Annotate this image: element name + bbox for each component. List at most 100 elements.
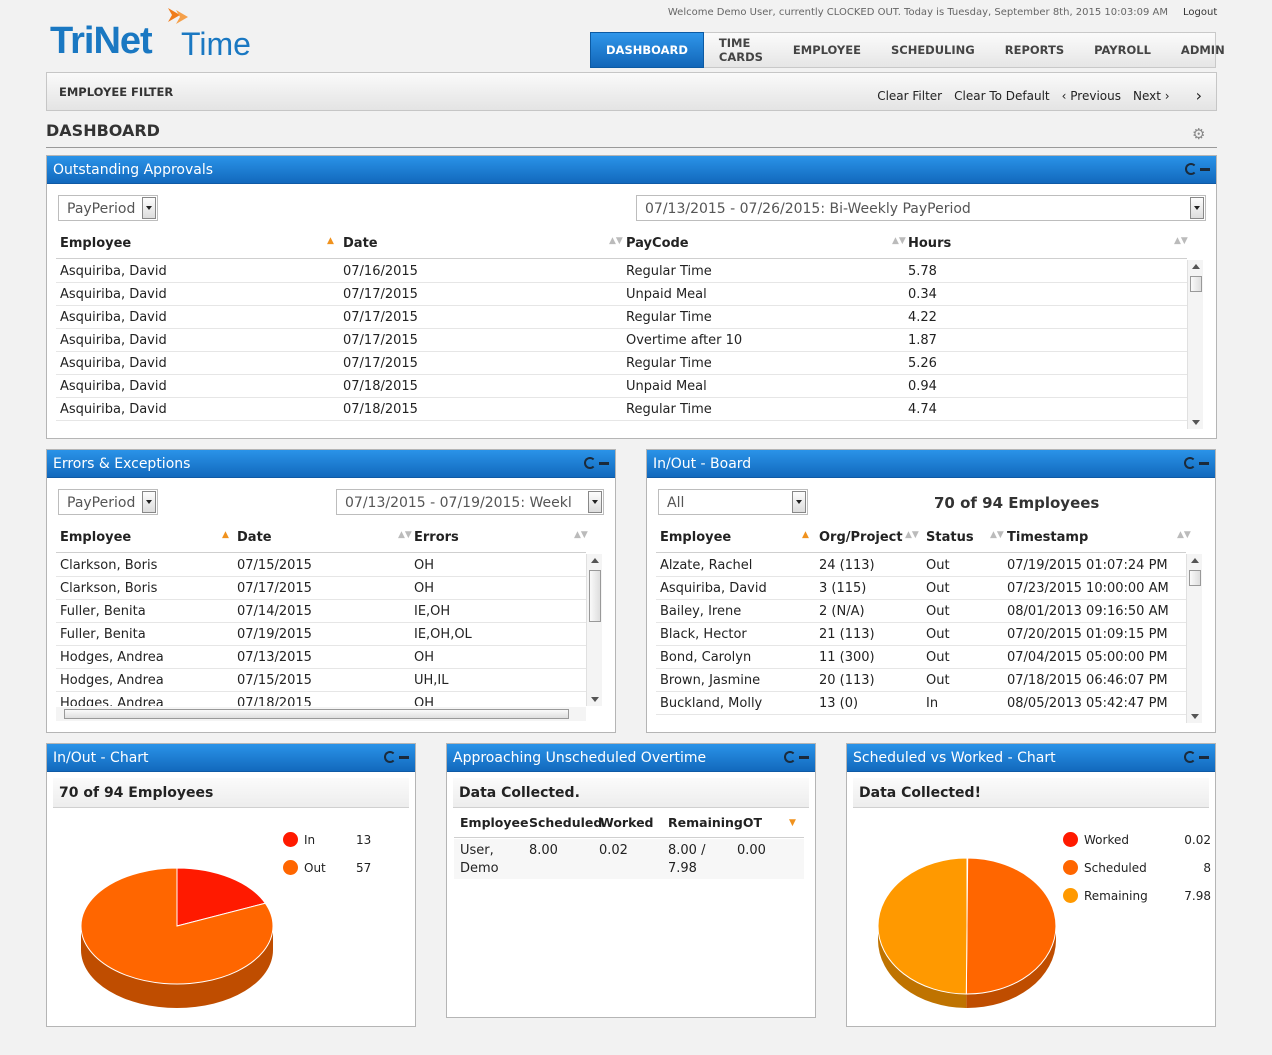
column-header-errors[interactable]: Errors xyxy=(414,530,459,545)
table-row[interactable]: Asquiriba, David 07/17/2015 Regular Time 4.… xyxy=(56,306,1187,329)
scroll-down-icon[interactable] xyxy=(1191,714,1199,719)
logout-link[interactable]: Logout xyxy=(1183,7,1217,18)
sort-icon[interactable]: ▲▼ xyxy=(574,530,588,540)
sort-asc-icon[interactable]: ▲ xyxy=(222,530,229,540)
column-header-status[interactable]: Status xyxy=(926,530,974,545)
table-row[interactable]: Buckland, Molly 13 (0) In 08/05/2013 05:42:… xyxy=(656,692,1186,715)
refresh-icon[interactable] xyxy=(384,751,396,763)
sort-icon[interactable]: ▲▼ xyxy=(609,236,623,246)
collapse-icon[interactable] xyxy=(1200,167,1210,171)
column-header-employee[interactable]: Employee xyxy=(660,530,731,545)
column-header-org-project[interactable]: Org/Project xyxy=(819,530,903,545)
nav-admin[interactable]: ADMIN xyxy=(1166,33,1240,67)
nav-scheduling[interactable]: SCHEDULING xyxy=(876,33,990,67)
refresh-icon[interactable] xyxy=(1185,163,1197,175)
sort-desc-icon[interactable]: ▼ xyxy=(789,818,796,828)
scroll-thumb[interactable] xyxy=(1190,276,1202,292)
collapse-icon[interactable] xyxy=(1199,755,1209,759)
scroll-down-icon[interactable] xyxy=(1192,420,1200,425)
column-header-employee[interactable]: Employee xyxy=(460,815,529,830)
vertical-scrollbar[interactable] xyxy=(586,554,602,706)
table-row[interactable]: Asquiriba, David 07/17/2015 Unpaid Meal 0.3… xyxy=(56,283,1187,306)
sort-icon[interactable]: ▲▼ xyxy=(892,236,906,246)
sort-icon[interactable]: ▲▼ xyxy=(1177,530,1191,540)
column-header-timestamp[interactable]: Timestamp xyxy=(1007,530,1088,545)
column-header-employee[interactable]: Employee xyxy=(60,530,131,545)
collapse-icon[interactable] xyxy=(399,755,409,759)
table-row[interactable]: Black, Hector 21 (113) Out 07/20/2015 01:09… xyxy=(656,623,1186,646)
table-header: Employee ▲ Date ▲▼ Errors ▲▼ xyxy=(56,521,588,553)
refresh-icon[interactable] xyxy=(784,751,796,763)
scroll-up-icon[interactable] xyxy=(591,558,599,563)
expand-filter-icon[interactable]: › xyxy=(1196,86,1202,105)
column-header-paycode[interactable]: PayCode xyxy=(626,236,689,251)
table-row[interactable]: Bailey, Irene 2 (N/A) Out 08/01/2013 09:16:… xyxy=(656,600,1186,623)
scroll-down-icon[interactable] xyxy=(591,697,599,702)
employee-filter-toggle[interactable]: EMPLOYEE FILTER xyxy=(59,85,173,99)
table-row[interactable]: Asquiriba, David 3 (115) Out 07/23/2015 10:… xyxy=(656,577,1186,600)
scroll-up-icon[interactable] xyxy=(1191,558,1199,563)
column-header-date[interactable]: Date xyxy=(237,530,272,545)
next-link[interactable]: Next › xyxy=(1133,89,1170,103)
table-row[interactable]: Clarkson, Boris 07/15/2015 OH xyxy=(56,554,586,577)
collapse-icon[interactable] xyxy=(799,755,809,759)
nav-dashboard[interactable]: DASHBOARD xyxy=(590,32,704,68)
column-header-employee[interactable]: Employee xyxy=(60,236,131,251)
scroll-up-icon[interactable] xyxy=(1192,264,1200,269)
refresh-icon[interactable] xyxy=(1184,751,1196,763)
table-row[interactable]: Asquiriba, David 07/18/2015 Unpaid Meal 0.9… xyxy=(56,375,1187,398)
pay-period-select[interactable]: 07/13/2015 - 07/19/2015: Weekl xyxy=(336,489,604,515)
vertical-scrollbar[interactable] xyxy=(1187,260,1203,429)
nav-reports[interactable]: REPORTS xyxy=(990,33,1079,67)
clear-to-default-link[interactable]: Clear To Default xyxy=(954,89,1050,103)
table-row[interactable]: Bond, Carolyn 11 (300) Out 07/04/2015 05:00… xyxy=(656,646,1186,669)
table-row[interactable]: Asquiriba, David 07/16/2015 Regular Time 5.… xyxy=(56,260,1187,283)
table-row[interactable]: Clarkson, Boris 07/17/2015 OH xyxy=(56,577,586,600)
previous-link[interactable]: ‹ Previous xyxy=(1062,89,1121,103)
table-row[interactable]: User, Demo 8.00 0.02 8.00 / 7.98 0.00 xyxy=(454,839,804,879)
sort-icon[interactable]: ▲▼ xyxy=(1174,236,1188,246)
sort-icon[interactable]: ▲▼ xyxy=(990,530,1004,540)
table-row[interactable]: Hodges, Andrea 07/13/2015 OH xyxy=(56,646,586,669)
table-row[interactable]: Fuller, Benita 07/19/2015 IE,OH,OL xyxy=(56,623,586,646)
table-row[interactable]: Asquiriba, David 07/18/2015 Regular Time 4.… xyxy=(56,398,1187,421)
cell-status: In xyxy=(926,696,939,711)
board-filter-select[interactable]: All xyxy=(658,489,808,515)
table-row[interactable]: Hodges, Andrea 07/18/2015 OH xyxy=(56,692,586,706)
period-type-select[interactable]: PayPeriod xyxy=(58,489,158,515)
table-row[interactable]: Hodges, Andrea 07/15/2015 UH,IL xyxy=(56,669,586,692)
scroll-thumb[interactable] xyxy=(1189,570,1201,586)
table-row[interactable]: Asquiriba, David 07/17/2015 Regular Time 5.… xyxy=(56,352,1187,375)
gear-icon[interactable]: ⚙ xyxy=(1192,125,1205,143)
collapse-icon[interactable] xyxy=(599,461,609,465)
period-type-select[interactable]: PayPeriod xyxy=(58,195,158,221)
scroll-thumb[interactable] xyxy=(64,709,569,719)
trinet-time-logo[interactable]: TriNet Time xyxy=(50,8,251,64)
sort-icon[interactable]: ▲▼ xyxy=(398,530,412,540)
column-header-date[interactable]: Date xyxy=(343,236,378,251)
nav-payroll[interactable]: PAYROLL xyxy=(1079,33,1166,67)
column-header-worked[interactable]: Worked xyxy=(600,815,654,830)
column-header-remaining-ot[interactable]: RemainingOT xyxy=(668,815,762,830)
column-header-scheduled[interactable]: Scheduled xyxy=(529,815,602,830)
sort-icon[interactable]: ▲▼ xyxy=(905,530,919,540)
clear-filter-link[interactable]: Clear Filter xyxy=(877,89,942,103)
table-row[interactable]: Fuller, Benita 07/14/2015 IE,OH xyxy=(56,600,586,623)
legend-item-scheduled: Scheduled 8 xyxy=(1063,860,1211,875)
table-row[interactable]: Brown, Jasmine 20 (113) Out 07/18/2015 06:4… xyxy=(656,669,1186,692)
pay-period-select[interactable]: 07/13/2015 - 07/26/2015: Bi-Weekly PayPe… xyxy=(636,195,1206,221)
refresh-icon[interactable] xyxy=(584,457,596,469)
vertical-scrollbar[interactable] xyxy=(1186,554,1202,723)
table-row[interactable]: Alzate, Rachel 24 (113) Out 07/19/2015 01:0… xyxy=(656,554,1186,577)
sort-asc-icon[interactable]: ▲ xyxy=(327,236,334,246)
scroll-thumb[interactable] xyxy=(589,570,601,622)
horizontal-scrollbar[interactable] xyxy=(56,707,586,721)
nav-time-cards[interactable]: TIME CARDS xyxy=(704,33,778,67)
nav-employee[interactable]: EMPLOYEE xyxy=(778,33,876,67)
sort-asc-icon[interactable]: ▲ xyxy=(802,530,809,540)
refresh-icon[interactable] xyxy=(1184,457,1196,469)
collapse-icon[interactable] xyxy=(1199,461,1209,465)
column-header-hours[interactable]: Hours xyxy=(908,236,951,251)
approaching-overtime-panel: Approaching Unscheduled Overtime Data Co… xyxy=(446,743,816,1018)
table-row[interactable]: Asquiriba, David 07/17/2015 Overtime after… xyxy=(56,329,1187,352)
